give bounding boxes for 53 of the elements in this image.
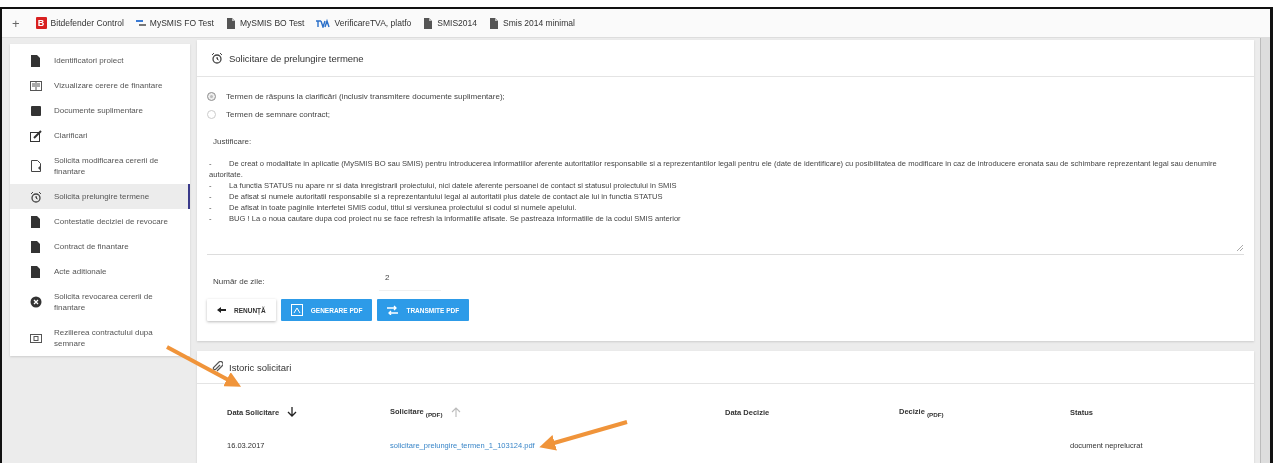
transfer-icon [387, 305, 399, 315]
document-icon [489, 17, 500, 29]
sidebar-item[interactable]: Acte aditionale [10, 259, 190, 284]
new-document-icon [30, 160, 42, 172]
resize-handle-icon [1236, 244, 1244, 252]
sidebar-item[interactable]: Contract de finantare [10, 234, 190, 259]
add-bookmark-button[interactable]: + [12, 15, 20, 31]
bookmark-link[interactable]: B Bitdefender Control [35, 17, 124, 29]
document-icon [30, 265, 42, 278]
bookmark-link[interactable]: VerificareTVA, platfo [316, 18, 412, 28]
document-icon [423, 17, 434, 29]
radio-button[interactable] [207, 109, 216, 119]
document-icon [30, 240, 42, 253]
sidebar-item[interactable]: Clarificari [10, 123, 190, 148]
sidebar-item[interactable]: Documente suplimentare [10, 98, 190, 123]
bookmark-logo: B [35, 17, 47, 29]
sidebar-item[interactable]: Solicita prelungire termene [10, 184, 190, 209]
sidebar-item[interactable]: Identificatori proiect [10, 48, 190, 73]
columns-icon [30, 79, 42, 92]
arrow-left-icon [217, 306, 226, 314]
sidebar-item[interactable]: Rezilierea contractului dupa semnare [10, 320, 190, 356]
radio-label: Termen de răspuns la clarificări (inclusiv transmitere documente suplimentare); [226, 91, 505, 101]
document-icon [30, 215, 42, 228]
radio-button[interactable] [207, 91, 216, 101]
bookmark-link[interactable]: Smis 2014 minimal [489, 17, 575, 29]
cancel-icon [30, 296, 42, 308]
bars-icon [135, 18, 146, 28]
sidebar-item[interactable]: Solicita modificarea cererii de finantare [10, 148, 190, 184]
arrow-up-icon [450, 407, 461, 417]
image-icon [290, 304, 303, 316]
document-icon [225, 17, 236, 29]
edit-icon [30, 129, 42, 142]
arrow-down-icon [287, 407, 298, 417]
alarm-clock-icon [211, 52, 223, 64]
paperclip-icon [211, 361, 223, 373]
document-icon [30, 54, 42, 67]
sidebar-item[interactable]: Vizualizare cerere de finantare [10, 73, 190, 98]
field-label: Număr de zile: [212, 276, 266, 286]
days-field[interactable]: 2 [379, 271, 441, 291]
bookmark-link[interactable]: MySMIS BO Test [225, 17, 305, 29]
sidebar-item[interactable]: Solicita revocarea cererii de finantare [10, 284, 190, 320]
sidebar-item[interactable]: Contestatie deciziei de revocare [10, 209, 190, 234]
bookmark-link[interactable]: MySMIS FO Test [135, 18, 214, 28]
field-label: Justificare: [213, 137, 253, 146]
scrollbar[interactable] [1260, 38, 1270, 463]
alarm-clock-icon [30, 190, 42, 203]
radio-label: Termen de semnare contract; [226, 109, 331, 119]
card-icon [30, 332, 42, 344]
book-icon [30, 104, 42, 117]
card-title: Solicitare de prelungire termene [229, 52, 364, 64]
bookmark-link[interactable]: SMIS2014 [423, 17, 478, 29]
card-title: Istoric solicitari [229, 361, 292, 373]
logo-icon [316, 18, 331, 28]
